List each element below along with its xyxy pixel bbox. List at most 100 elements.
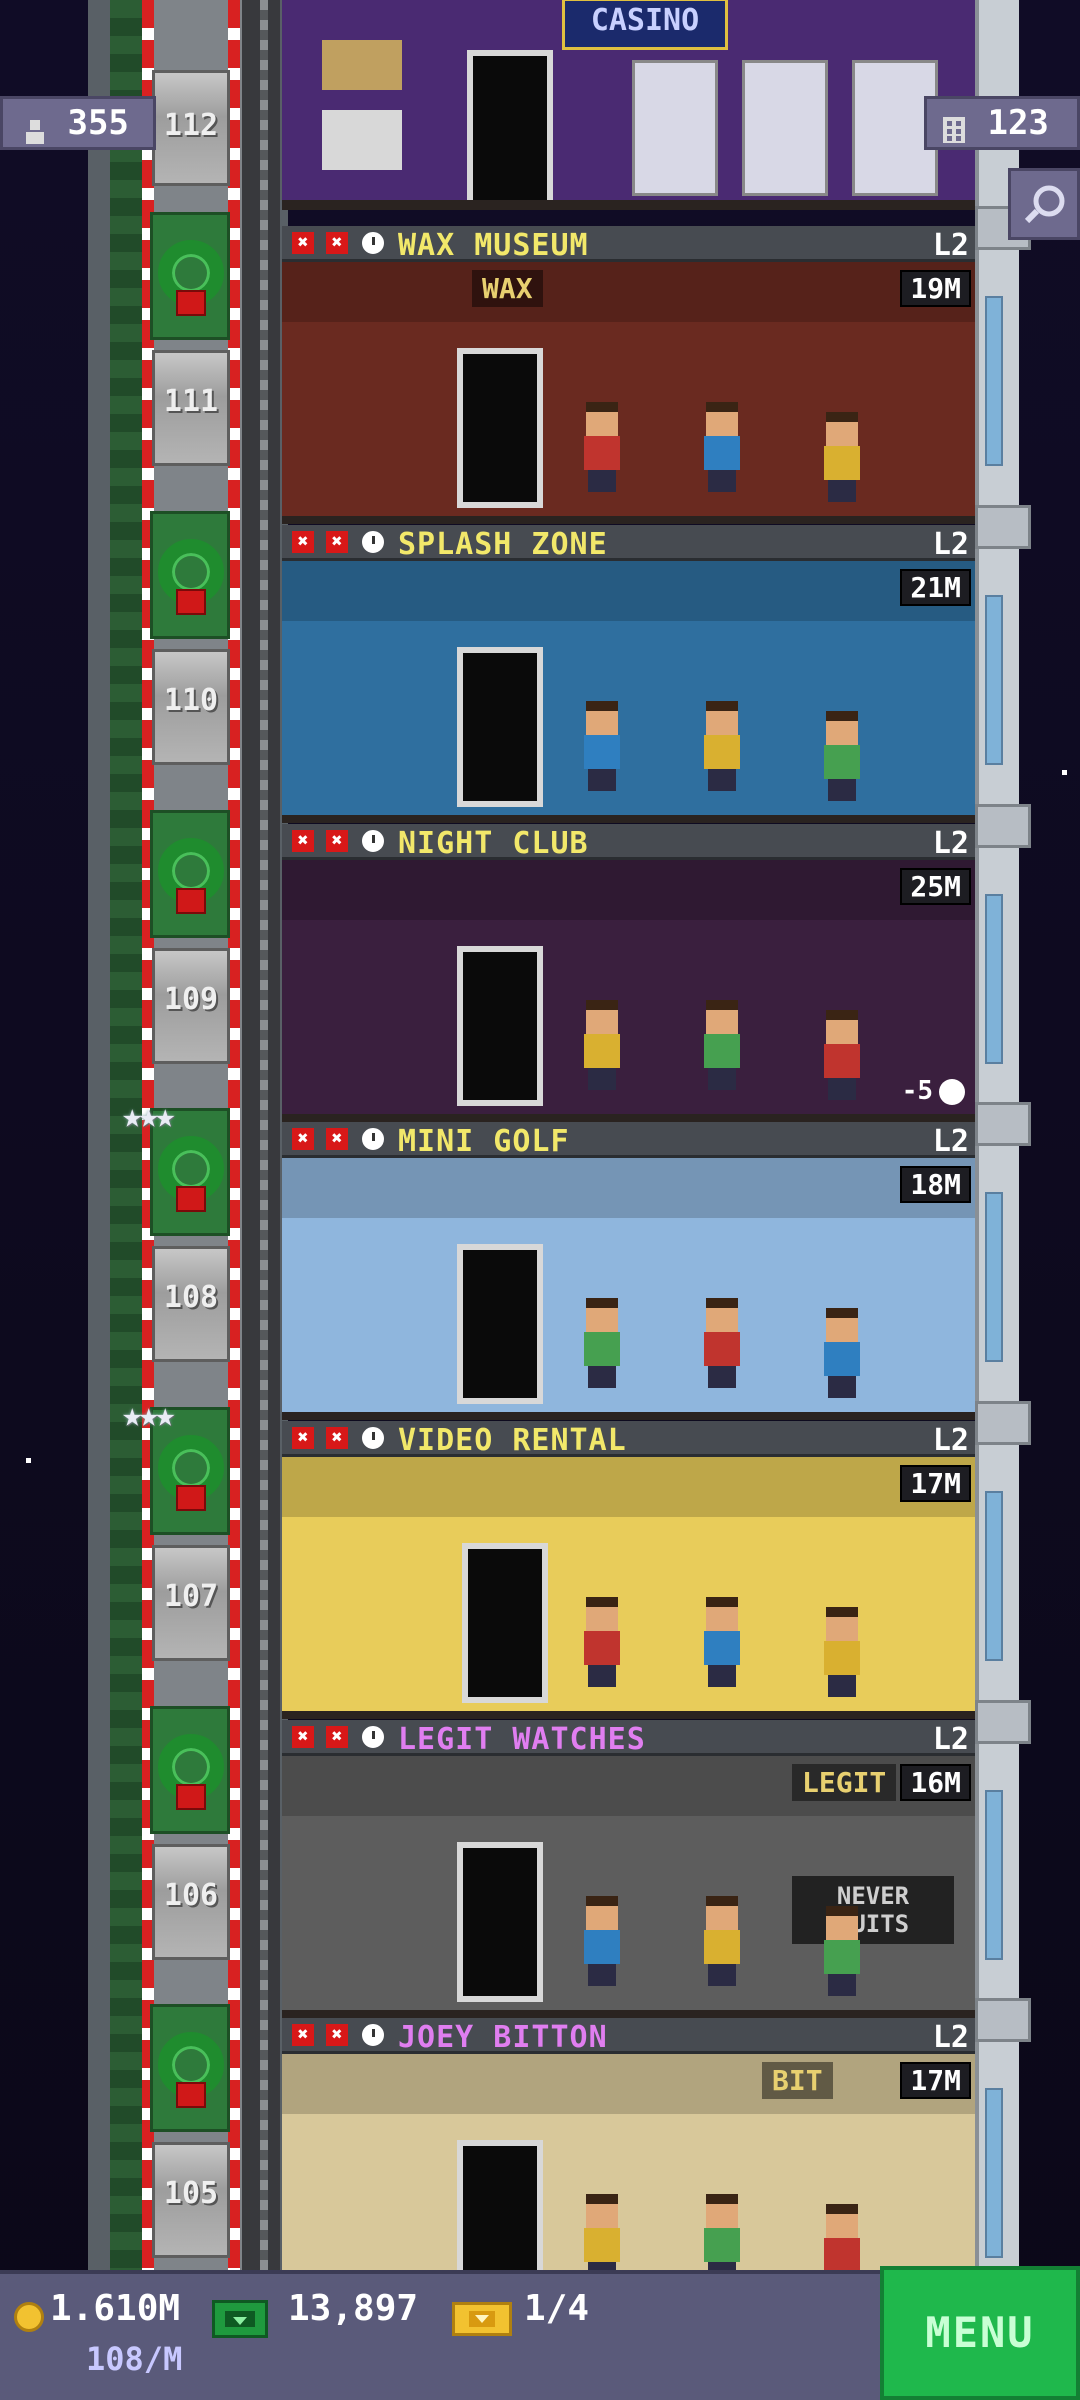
- room-wall: [282, 1158, 975, 1218]
- floor-room[interactable]: [282, 1158, 975, 1420]
- floor-level: L2: [932, 527, 969, 562]
- visitor-character[interactable]: [702, 1896, 742, 1986]
- floor-name: MINI GOLF: [398, 1124, 570, 1159]
- floor-header-bar: ✖ ✖ JOEY BITTON L2: [282, 2018, 975, 2055]
- stock-empty-icon: ✖: [326, 1128, 348, 1150]
- room-wall: [282, 860, 975, 920]
- visitor-character[interactable]: [582, 1298, 622, 1388]
- floor-price: 18M: [900, 1166, 971, 1203]
- casino-decor: [322, 40, 402, 90]
- floor-row[interactable]: ✖ ✖ LEGIT WATCHES L2 LEGIT NEVER QUITS 16M: [282, 1720, 975, 2018]
- edge-ledge: [975, 804, 1031, 848]
- bow-icon: [176, 290, 206, 316]
- bow-icon: [176, 1784, 206, 1810]
- floor-row[interactable]: ✖ ✖ MINI GOLF L2 18M: [282, 1122, 975, 1420]
- visitor-character[interactable]: [822, 1607, 862, 1697]
- floor-row[interactable]: ✖ ✖ SPLASH ZONE L2 21M: [282, 525, 975, 823]
- bow-icon: [176, 1186, 206, 1212]
- edge-ledge: [975, 1401, 1031, 1445]
- stock-empty-icon: ✖: [292, 2024, 314, 2046]
- floor-row[interactable]: ✖ ✖ VIDEO RENTAL L2 17M: [282, 1421, 975, 1719]
- floor-name: NIGHT CLUB: [398, 826, 589, 861]
- visitor-character[interactable]: [702, 1000, 742, 1090]
- edge-ledge: [975, 1998, 1031, 2042]
- shaft-floor-number: 110: [163, 683, 219, 718]
- visitor-character[interactable]: [702, 402, 742, 492]
- visitor-character[interactable]: [582, 1597, 622, 1687]
- shaft-floor-number: 106: [163, 1878, 219, 1913]
- bux-icon: [212, 2300, 268, 2338]
- stock-empty-icon: ✖: [292, 531, 314, 553]
- visitor-character[interactable]: [822, 1010, 862, 1100]
- edge-ledge: [975, 505, 1031, 549]
- floor-room[interactable]: LEGIT NEVER QUITS: [282, 1756, 975, 2018]
- menu-button[interactable]: MENU: [880, 2266, 1080, 2400]
- edge-window: [985, 2088, 1003, 2258]
- shaft-floor-number: 109: [163, 982, 219, 1017]
- visitor-character[interactable]: [822, 412, 862, 502]
- clock-icon: [362, 232, 384, 254]
- floor-level: L2: [932, 1124, 969, 1159]
- building-icon: [941, 110, 967, 143]
- room-door: [457, 1244, 543, 1404]
- floor-header-bar: ✖ ✖ NIGHT CLUB L2: [282, 824, 975, 861]
- floor-count-chip[interactable]: 123: [924, 96, 1080, 150]
- room-door: [457, 348, 543, 508]
- clock-icon: [362, 1427, 384, 1449]
- floor-room[interactable]: [282, 561, 975, 823]
- shaft-floor-number: 107: [163, 1579, 219, 1614]
- room-door: [457, 946, 543, 1106]
- visitor-character[interactable]: [582, 402, 622, 492]
- stock-empty-icon: ✖: [292, 1726, 314, 1748]
- stock-empty-icon: ✖: [292, 232, 314, 254]
- floor-level: L2: [932, 826, 969, 861]
- edge-window: [985, 1491, 1003, 1661]
- visitor-character[interactable]: [702, 701, 742, 791]
- coin-icon: [14, 2302, 44, 2332]
- floor-casino[interactable]: CASINO: [282, 0, 975, 210]
- slot-machine: [742, 60, 828, 196]
- room-wall: [282, 2054, 975, 2114]
- room-door: [457, 647, 543, 807]
- floor-price: 25M: [900, 868, 971, 905]
- room-wall: [282, 1457, 975, 1517]
- stock-empty-icon: ✖: [292, 1128, 314, 1150]
- bux-balance: 13,897: [288, 2288, 419, 2329]
- floor-header-bar: ✖ ✖ VIDEO RENTAL L2: [282, 1421, 975, 1458]
- bow-icon: [176, 589, 206, 615]
- casino-sign: CASINO: [562, 0, 728, 50]
- room-wall: [282, 262, 975, 322]
- floor-room[interactable]: -5: [282, 860, 975, 1122]
- shaft-floor-number: 111: [163, 384, 219, 419]
- casino-door: [467, 50, 553, 200]
- bow-icon: [176, 888, 206, 914]
- edge-window: [985, 595, 1003, 765]
- population-chip[interactable]: 355: [0, 96, 156, 150]
- coin-rate: 108/M: [86, 2340, 183, 2378]
- floor-room[interactable]: WAX: [282, 262, 975, 524]
- floor-price: 19M: [900, 270, 971, 307]
- visitor-character[interactable]: [822, 711, 862, 801]
- floor-room[interactable]: [282, 1457, 975, 1719]
- floor-name: WAX MUSEUM: [398, 228, 589, 263]
- bow-icon: [176, 2082, 206, 2108]
- search-icon: [1021, 181, 1069, 233]
- edge-ledge: [975, 1102, 1031, 1146]
- search-button[interactable]: [1008, 168, 1080, 240]
- floor-name: VIDEO RENTAL: [398, 1423, 627, 1458]
- visitor-character[interactable]: [822, 1308, 862, 1398]
- stock-empty-icon: ✖: [292, 830, 314, 852]
- visitor-character[interactable]: [582, 1896, 622, 1986]
- bow-icon: [176, 1485, 206, 1511]
- slot-machine: [632, 60, 718, 196]
- visitor-character[interactable]: [582, 1000, 622, 1090]
- visitor-character[interactable]: [702, 1298, 742, 1388]
- visitor-character[interactable]: [582, 701, 622, 791]
- floor-row[interactable]: ✖ ✖ NIGHT CLUB L2 -5 25M: [282, 824, 975, 1122]
- floor-name: LEGIT WATCHES: [398, 1722, 646, 1757]
- visitor-character[interactable]: [822, 1906, 862, 1996]
- visitor-character[interactable]: [702, 1597, 742, 1687]
- clock-icon: [362, 1128, 384, 1150]
- edge-window: [985, 894, 1003, 1064]
- floor-row[interactable]: ✖ ✖ WAX MUSEUM L2 WAX 19M: [282, 226, 975, 524]
